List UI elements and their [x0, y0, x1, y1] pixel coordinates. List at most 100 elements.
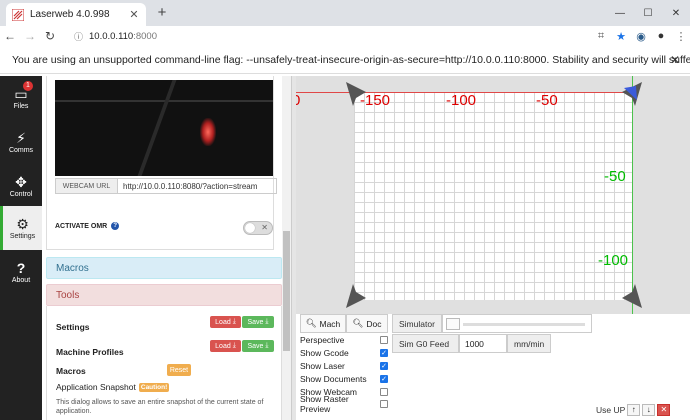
app-sidebar-nav: ▭ 1 Files ⚡ Comms ✥ Control ⚙ Settings ?… — [0, 76, 42, 420]
corner-marker-top-left — [346, 82, 366, 106]
simulator-slider[interactable] — [442, 314, 592, 333]
question-icon: ? — [16, 259, 26, 276]
toolbar-actions: ⌗ ★ ◉ ● ⋮ — [594, 26, 688, 46]
laserweb-favicon-icon — [12, 8, 24, 21]
search-icon: 🔍︎ — [352, 318, 364, 328]
tools-accordion-header[interactable]: Tools — [46, 284, 282, 306]
settings-load-button[interactable]: Load ⤓ — [210, 316, 241, 328]
application-snapshot-row: Application Snapshot Caution! — [56, 382, 170, 392]
option-show-documents[interactable]: Show Documents ✓ — [300, 373, 388, 385]
caution-badge: Caution! — [138, 382, 170, 392]
back-arrow-icon[interactable]: ← — [0, 29, 20, 43]
browser-toolbar: ← → ↻ ⓘ 10.0.0.110:8000 ⌗ ★ ◉ ● ⋮ — [0, 26, 690, 46]
menu-kebab-icon[interactable]: ⋮ — [674, 30, 688, 43]
info-icon[interactable]: ⓘ — [74, 30, 83, 43]
tools-body: Settings Load ⤓ Save ⤓ Machine Profiles Lo… — [46, 306, 282, 420]
sim-feed-unit: mm/min — [507, 334, 552, 353]
account-avatar-icon[interactable]: ● — [654, 30, 668, 42]
activate-omr-label: ACTIVATE OMR — [55, 222, 108, 230]
option-show-laser[interactable]: Show Laser ✓ — [300, 360, 388, 372]
settings-save-button[interactable]: Save ⤓ — [242, 316, 274, 328]
workspace-corner-markers — [346, 82, 642, 308]
unsupported-flag-infobar: You are using an unsupported command-lin… — [0, 46, 690, 74]
download-icon: ⤓ — [232, 318, 236, 325]
extension-icon[interactable]: ◉ — [634, 30, 648, 43]
zoom-machine-button[interactable]: 🔍︎ Mach — [300, 314, 346, 333]
address-host: 10.0.0.110 — [89, 30, 134, 42]
corner-marker-bottom-left — [346, 284, 366, 308]
simulator-label: Simulator — [392, 314, 442, 333]
webcam-preview — [55, 80, 273, 176]
macros-reset-button[interactable]: Reset — [167, 364, 191, 376]
download-icon: ⤓ — [265, 342, 269, 349]
activate-omr-row: ACTIVATE OMR ? — [55, 222, 120, 230]
minimize-icon[interactable]: — — [606, 0, 634, 26]
profiles-save-button[interactable]: Save ⤓ — [242, 340, 274, 352]
browser-tab-strip: Laserweb 4.0.998 ✕ + — ☐ ✕ — [0, 0, 690, 26]
webcam-url-row: WEBCAM URL http://10.0.0.110:8080/?actio… — [55, 178, 277, 194]
nav-item-control[interactable]: ✥ Control — [0, 164, 42, 208]
show-laser-checkbox: ✓ — [380, 362, 388, 370]
new-tab-button[interactable]: + — [154, 5, 170, 21]
slider-handle[interactable] — [446, 318, 460, 330]
show-documents-checkbox: ✓ — [380, 375, 388, 383]
use-up-label: Use UP — [596, 405, 626, 415]
settings-scrollbar[interactable] — [282, 76, 291, 420]
nav-item-about[interactable]: ? About — [0, 250, 42, 294]
macros-accordion-header[interactable]: Macros — [46, 257, 282, 279]
activate-omr-toggle[interactable]: ✕ — [243, 221, 273, 235]
snapshot-description: This dialog allows to save an entire sna… — [56, 399, 264, 415]
sim-feed-input[interactable]: 1000 — [459, 334, 507, 353]
option-perspective[interactable]: Perspective — [300, 334, 388, 346]
arrow-up-icon[interactable]: ↑ — [627, 404, 641, 416]
show-gcode-checkbox: ✓ — [380, 349, 388, 357]
tools-settings-label: Settings — [56, 322, 90, 332]
tools-macros-label: Macros — [56, 366, 86, 376]
show-raster-preview-checkbox — [380, 400, 388, 408]
window-close-icon[interactable]: ✕ — [662, 0, 690, 26]
nav-label-comms: Comms — [8, 146, 34, 154]
forward-arrow-icon[interactable]: → — [20, 29, 40, 43]
download-icon: ⤓ — [265, 318, 269, 325]
workspace-canvas[interactable]: 0 -150 -100 -50 -50 -100 — [296, 76, 690, 314]
webcam-url-input[interactable]: http://10.0.0.110:8080/?action=stream — [118, 179, 276, 193]
corner-marker-bottom-right — [622, 284, 642, 308]
use-up-controls: Use UP ↑ ↓ ✕ — [596, 404, 671, 416]
toggle-x-icon: ✕ — [261, 223, 268, 232]
option-show-gcode[interactable]: Show Gcode ✓ — [300, 347, 388, 359]
window-controls: — ☐ ✕ — [606, 0, 690, 26]
maximize-icon[interactable]: ☐ — [634, 0, 662, 26]
tab-title: Laserweb 4.0.998 — [30, 9, 110, 20]
perspective-checkbox — [380, 336, 388, 344]
nav-item-files[interactable]: ▭ 1 Files — [0, 76, 42, 120]
translate-icon[interactable]: ⌗ — [594, 30, 608, 43]
gears-icon: ⚙ — [16, 215, 29, 232]
nav-item-settings[interactable]: ⚙ Settings — [0, 206, 42, 250]
help-question-icon[interactable]: ? — [111, 222, 120, 230]
webcam-url-label: WEBCAM URL — [56, 179, 118, 193]
files-badge: 1 — [23, 81, 33, 91]
webcam-settings: WEBCAM URL http://10.0.0.110:8080/?actio… — [46, 76, 277, 250]
sim-feed-label: Sim G0 Feed — [392, 334, 459, 353]
scrollbar-thumb[interactable] — [283, 231, 290, 351]
download-icon: ⤓ — [232, 342, 236, 349]
browser-tab[interactable]: Laserweb 4.0.998 ✕ — [6, 3, 146, 26]
close-icon[interactable]: ✕ — [657, 404, 671, 416]
address-port: :8000 — [133, 30, 157, 42]
bookmark-star-icon[interactable]: ★ — [614, 30, 628, 43]
search-icon: 🔍︎ — [305, 318, 317, 328]
nav-label-files: Files — [13, 102, 29, 110]
nav-item-comms[interactable]: ⚡ Comms — [0, 120, 42, 164]
profiles-load-button[interactable]: Load ⤓ — [210, 340, 241, 352]
arrow-down-icon[interactable]: ↓ — [642, 404, 656, 416]
option-show-raster-preview[interactable]: Show Raster Preview — [300, 394, 388, 414]
reload-icon[interactable]: ↻ — [40, 29, 60, 43]
infobar-close-icon[interactable]: ✕ — [670, 53, 680, 67]
nav-label-settings: Settings — [9, 232, 36, 240]
address-bar[interactable]: ⓘ 10.0.0.110:8000 — [74, 28, 157, 44]
zoom-document-button[interactable]: 🔍︎ Doc — [346, 314, 388, 333]
tab-close-icon[interactable]: ✕ — [128, 8, 140, 21]
show-webcam-checkbox — [380, 388, 388, 396]
infobar-message: You are using an unsupported command-lin… — [12, 53, 690, 66]
nav-label-about: About — [11, 276, 31, 284]
